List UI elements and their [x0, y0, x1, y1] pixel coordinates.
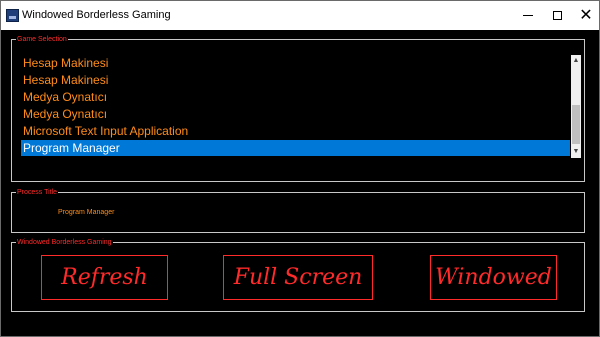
- game-selection-group: Game Selection Hesap Makinesi Hesap Maki…: [11, 35, 585, 182]
- windowed-button[interactable]: Windowed: [430, 255, 557, 300]
- game-selection-label: Game Selection: [16, 35, 68, 44]
- title-bar[interactable]: Windowed Borderless Gaming ✕: [1, 1, 599, 30]
- list-item[interactable]: Microsoft Text Input Application: [21, 123, 570, 139]
- listbox-scrollbar[interactable]: ▲ ▼: [571, 55, 581, 158]
- maximize-icon: [552, 11, 562, 20]
- close-button[interactable]: ✕: [571, 1, 600, 30]
- list-item[interactable]: Medya Oynatıcı: [21, 106, 570, 122]
- chevron-up-icon[interactable]: ▲: [571, 55, 581, 67]
- app-icon: [6, 9, 19, 22]
- process-title-value: Program Manager: [58, 209, 115, 216]
- actions-group-label: Windowed Borderless Gaming: [16, 238, 113, 247]
- minimize-button[interactable]: [513, 1, 543, 30]
- list-item[interactable]: Hesap Makinesi: [21, 55, 570, 71]
- process-title-group: Process Title Program Manager: [11, 188, 585, 233]
- list-item[interactable]: Medya Oynatıcı: [21, 89, 570, 105]
- minimize-icon: [523, 15, 533, 16]
- app-window: Windowed Borderless Gaming ✕ Game Select…: [0, 0, 600, 337]
- actions-group: Windowed Borderless Gaming Refresh Full …: [11, 238, 585, 312]
- maximize-button[interactable]: [542, 1, 572, 30]
- scrollbar-thumb[interactable]: [572, 105, 580, 144]
- full-screen-button[interactable]: Full Screen: [223, 255, 373, 300]
- window-title: Windowed Borderless Gaming: [22, 9, 171, 21]
- game-listbox[interactable]: Hesap Makinesi Hesap Makinesi Medya Oyna…: [21, 55, 580, 158]
- list-item[interactable]: Hesap Makinesi: [21, 72, 570, 88]
- process-title-label: Process Title: [16, 188, 59, 197]
- close-icon: ✕: [579, 6, 593, 24]
- list-item-selected[interactable]: Program Manager: [21, 140, 570, 156]
- refresh-button[interactable]: Refresh: [41, 255, 168, 300]
- chevron-down-icon[interactable]: ▼: [571, 146, 581, 158]
